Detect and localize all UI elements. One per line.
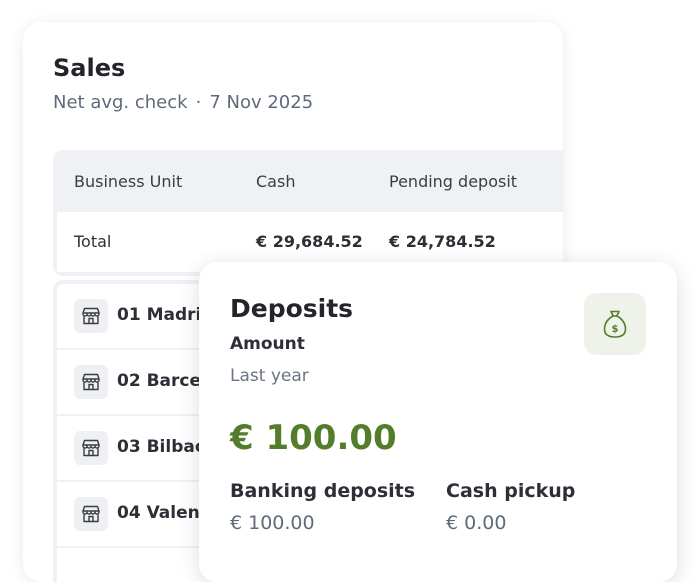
sales-title: Sales <box>53 54 126 82</box>
metric-label: Net avg. check <box>53 92 188 113</box>
sales-subtitle: Net avg. check · 7 Nov 2025 <box>53 92 313 113</box>
deposits-title: Deposits <box>230 294 354 323</box>
store-icon <box>74 299 108 333</box>
period-label: Last year <box>230 366 309 386</box>
deposits-card: Deposits Amount Last year € 100.00 $ Ban… <box>199 262 677 582</box>
cash-pickup-label: Cash pickup <box>446 480 576 502</box>
svg-text:$: $ <box>612 324 619 335</box>
amount-label: Amount <box>230 334 305 354</box>
cash-pickup-value: € 0.00 <box>446 512 507 534</box>
header-cash[interactable]: Cash <box>256 172 295 191</box>
store-icon <box>74 431 108 465</box>
deposit-amount: € 100.00 <box>230 418 397 458</box>
store-icon <box>74 497 108 531</box>
total-label: Total <box>74 232 112 251</box>
banking-deposits-label: Banking deposits <box>230 480 416 502</box>
unit-name: 03 Bilbao <box>117 437 207 457</box>
header-pending-deposit[interactable]: Pending deposit <box>389 172 517 191</box>
table-header: Business Unit Cash Pending deposit <box>53 150 563 212</box>
banking-deposits-value: € 100.00 <box>230 512 315 534</box>
money-bag-icon: $ <box>584 293 646 355</box>
total-pending: € 24,784.52 <box>389 232 496 251</box>
sales-date: 7 Nov 2025 <box>209 92 314 113</box>
separator: · <box>195 92 202 113</box>
total-cash: € 29,684.52 <box>256 232 363 251</box>
store-icon <box>74 365 108 399</box>
sales-table: Business Unit Cash Pending deposit Total… <box>53 150 563 276</box>
header-business-unit[interactable]: Business Unit <box>74 172 182 191</box>
